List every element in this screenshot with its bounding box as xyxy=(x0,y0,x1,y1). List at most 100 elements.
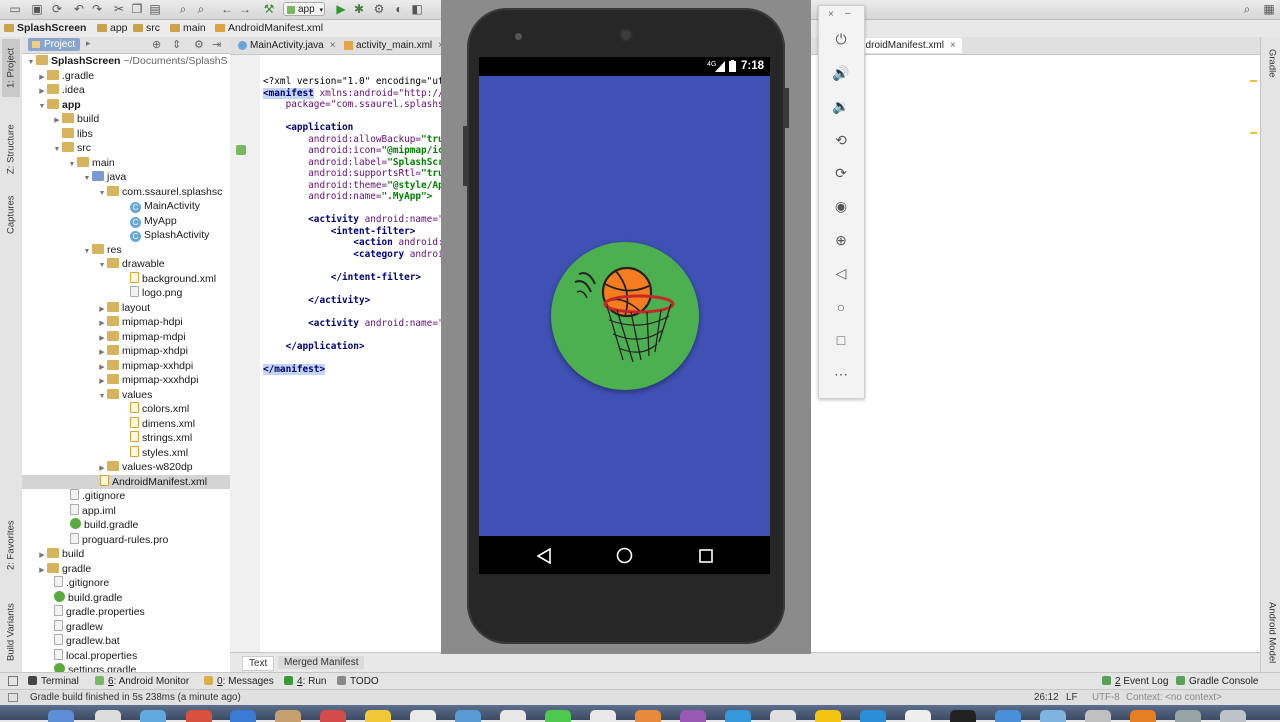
chevron-right-icon[interactable]: ▸ xyxy=(86,38,91,49)
tree-item-folder[interactable]: ▶ mipmap-xxxhdpi xyxy=(22,373,230,388)
replace-icon[interactable]: ⌕ xyxy=(194,2,208,16)
tool-event-log[interactable]: 2 Event Log xyxy=(1102,676,1168,687)
power-icon[interactable]: ⏻ xyxy=(832,30,850,48)
tree-item-file[interactable]: logo.png xyxy=(22,286,230,301)
tree-item-root[interactable]: ▼ SplashScreen ~/Documents/SplashS xyxy=(22,54,230,69)
dock-app-icon[interactable] xyxy=(1220,710,1246,722)
tree-item-folder[interactable]: ▶ build xyxy=(22,547,230,562)
cut-icon[interactable]: ✂ xyxy=(112,2,126,16)
rotate-left-icon[interactable]: ⟲ xyxy=(832,131,850,149)
breadcrumb-main[interactable]: main xyxy=(170,22,206,34)
zoom-icon[interactable]: ⊕ xyxy=(832,231,850,249)
tree-item-folder[interactable]: ▶ mipmap-mdpi xyxy=(22,330,230,345)
tree-item-file[interactable]: gradlew.bat xyxy=(22,634,230,649)
dock-app-icon[interactable] xyxy=(500,710,526,722)
search-everywhere-icon[interactable]: ⌕ xyxy=(1240,2,1254,16)
run-icon[interactable]: ▶ xyxy=(334,2,348,16)
tree-item-class[interactable]: C MyApp xyxy=(22,214,230,229)
dock-app-icon[interactable] xyxy=(635,710,661,722)
tree-item-file[interactable]: dimens.xml xyxy=(22,416,230,432)
project-view-selector[interactable]: Project xyxy=(28,38,81,51)
tab-project[interactable]: 1: Project xyxy=(2,39,20,97)
tree-item-folder[interactable]: ▶ mipmap-xhdpi xyxy=(22,344,230,359)
home-icon[interactable]: ○ xyxy=(832,298,850,316)
hide-icon[interactable]: ⇥ xyxy=(212,38,221,51)
make-project-icon[interactable]: ⚒ xyxy=(262,2,276,16)
copy-icon[interactable]: ❐ xyxy=(130,2,144,16)
close-icon[interactable]: × xyxy=(828,9,834,20)
dock-app-icon[interactable] xyxy=(186,710,212,722)
tab-text[interactable]: Text xyxy=(242,656,275,671)
breadcrumb-src[interactable]: src xyxy=(133,22,160,34)
attach-debugger-icon[interactable]: ⚙ xyxy=(372,2,386,16)
breadcrumb-file[interactable]: AndroidManifest.xml xyxy=(215,22,323,34)
dock-app-icon[interactable] xyxy=(1175,710,1201,722)
tab-merged-manifest[interactable]: Merged Manifest xyxy=(278,656,365,669)
find-icon[interactable]: ⌕ xyxy=(176,2,190,16)
tree-item-file[interactable]: build.gradle xyxy=(22,518,230,533)
tab-build-variants[interactable]: Build Variants xyxy=(2,593,20,671)
rotate-right-icon[interactable]: ⟳ xyxy=(832,164,850,182)
tree-item-folder[interactable]: ▶ mipmap-hdpi xyxy=(22,315,230,330)
tree-item-folder[interactable]: libs xyxy=(22,127,230,142)
tool-messages[interactable]: 0: Messages xyxy=(204,676,274,687)
dock-app-icon[interactable] xyxy=(1085,710,1111,722)
forward-icon[interactable]: → xyxy=(238,2,252,16)
minimize-icon[interactable]: – xyxy=(845,8,851,19)
tree-item-folder[interactable]: ▶ gradle xyxy=(22,562,230,577)
gear-icon[interactable]: ⚙ xyxy=(194,38,204,51)
camera-icon[interactable]: ◉ xyxy=(832,197,850,215)
dock-app-icon[interactable] xyxy=(320,710,346,722)
tree-item-class[interactable]: C MainActivity xyxy=(22,199,230,214)
tab-gradle[interactable]: Gradle xyxy=(1263,41,1280,85)
tab-structure[interactable]: Z: Structure xyxy=(2,109,20,189)
dock-app-icon[interactable] xyxy=(770,710,796,722)
toggle-tool-windows-icon[interactable] xyxy=(8,676,18,686)
dock-app-icon[interactable] xyxy=(725,710,751,722)
close-icon[interactable]: × xyxy=(330,40,336,51)
tree-item-folder[interactable]: ▶ layout xyxy=(22,301,230,316)
tool-gradle-console[interactable]: Gradle Console xyxy=(1176,676,1258,687)
editor-gutter[interactable] xyxy=(230,55,261,652)
dock-app-icon[interactable] xyxy=(950,710,976,722)
tab-favorites[interactable]: 2: Favorites xyxy=(2,513,20,578)
tree-item-file[interactable]: local.properties xyxy=(22,648,230,664)
tree-item-file[interactable]: gradlew xyxy=(22,619,230,635)
dock-app-icon[interactable] xyxy=(455,710,481,722)
collapse-icon[interactable]: ⇕ xyxy=(172,38,181,51)
dock-app-icon[interactable] xyxy=(275,710,301,722)
tree-item-folder[interactable]: ▶ .gradle xyxy=(22,69,230,84)
volume-up-icon[interactable]: 🔊 xyxy=(832,64,850,82)
dock-app-icon[interactable] xyxy=(365,710,391,722)
stop-icon[interactable]: ◧ xyxy=(410,2,424,16)
dock-app-icon[interactable] xyxy=(410,710,436,722)
dock-app-icon[interactable] xyxy=(905,710,931,722)
redo-icon[interactable]: ↷ xyxy=(90,2,104,16)
run-config-select[interactable]: app ▾ xyxy=(283,2,325,16)
dock-app-icon[interactable] xyxy=(680,710,706,722)
tree-item-file[interactable]: gradle.properties xyxy=(22,605,230,620)
dock-app-icon[interactable] xyxy=(860,710,886,722)
context-indicator[interactable]: Context: <no context> xyxy=(1126,692,1222,703)
line-separator[interactable]: LF xyxy=(1066,692,1077,703)
close-icon[interactable]: × xyxy=(950,40,956,51)
undo-icon[interactable]: ↶ xyxy=(72,2,86,16)
dock-app-icon[interactable] xyxy=(995,710,1021,722)
dock-app-icon[interactable] xyxy=(95,710,121,722)
warning-marker[interactable] xyxy=(1250,132,1257,134)
caret-position[interactable]: 26:12 xyxy=(1034,692,1059,703)
tree-item-folder[interactable]: ▼ java xyxy=(22,170,230,185)
dock-app-icon[interactable] xyxy=(1130,710,1156,722)
tree-item-folder[interactable]: ▶ mipmap-xxhdpi xyxy=(22,359,230,374)
back-icon[interactable]: ◁ xyxy=(832,264,850,282)
tree-item-folder[interactable]: ▼ values xyxy=(22,388,230,403)
tab-activity-main[interactable]: activity_main.xml× xyxy=(340,38,450,53)
tool-terminal[interactable]: Terminal xyxy=(28,676,79,687)
dock-app-icon[interactable] xyxy=(590,710,616,722)
nav-home-icon[interactable] xyxy=(616,547,633,564)
breadcrumb-project[interactable]: SplashScreen xyxy=(4,22,86,34)
tree-item-file[interactable]: build.gradle xyxy=(22,590,230,606)
dock-app-icon[interactable] xyxy=(815,710,841,722)
file-encoding[interactable]: UTF-8 xyxy=(1092,692,1120,703)
nav-recents-icon[interactable] xyxy=(699,549,713,563)
